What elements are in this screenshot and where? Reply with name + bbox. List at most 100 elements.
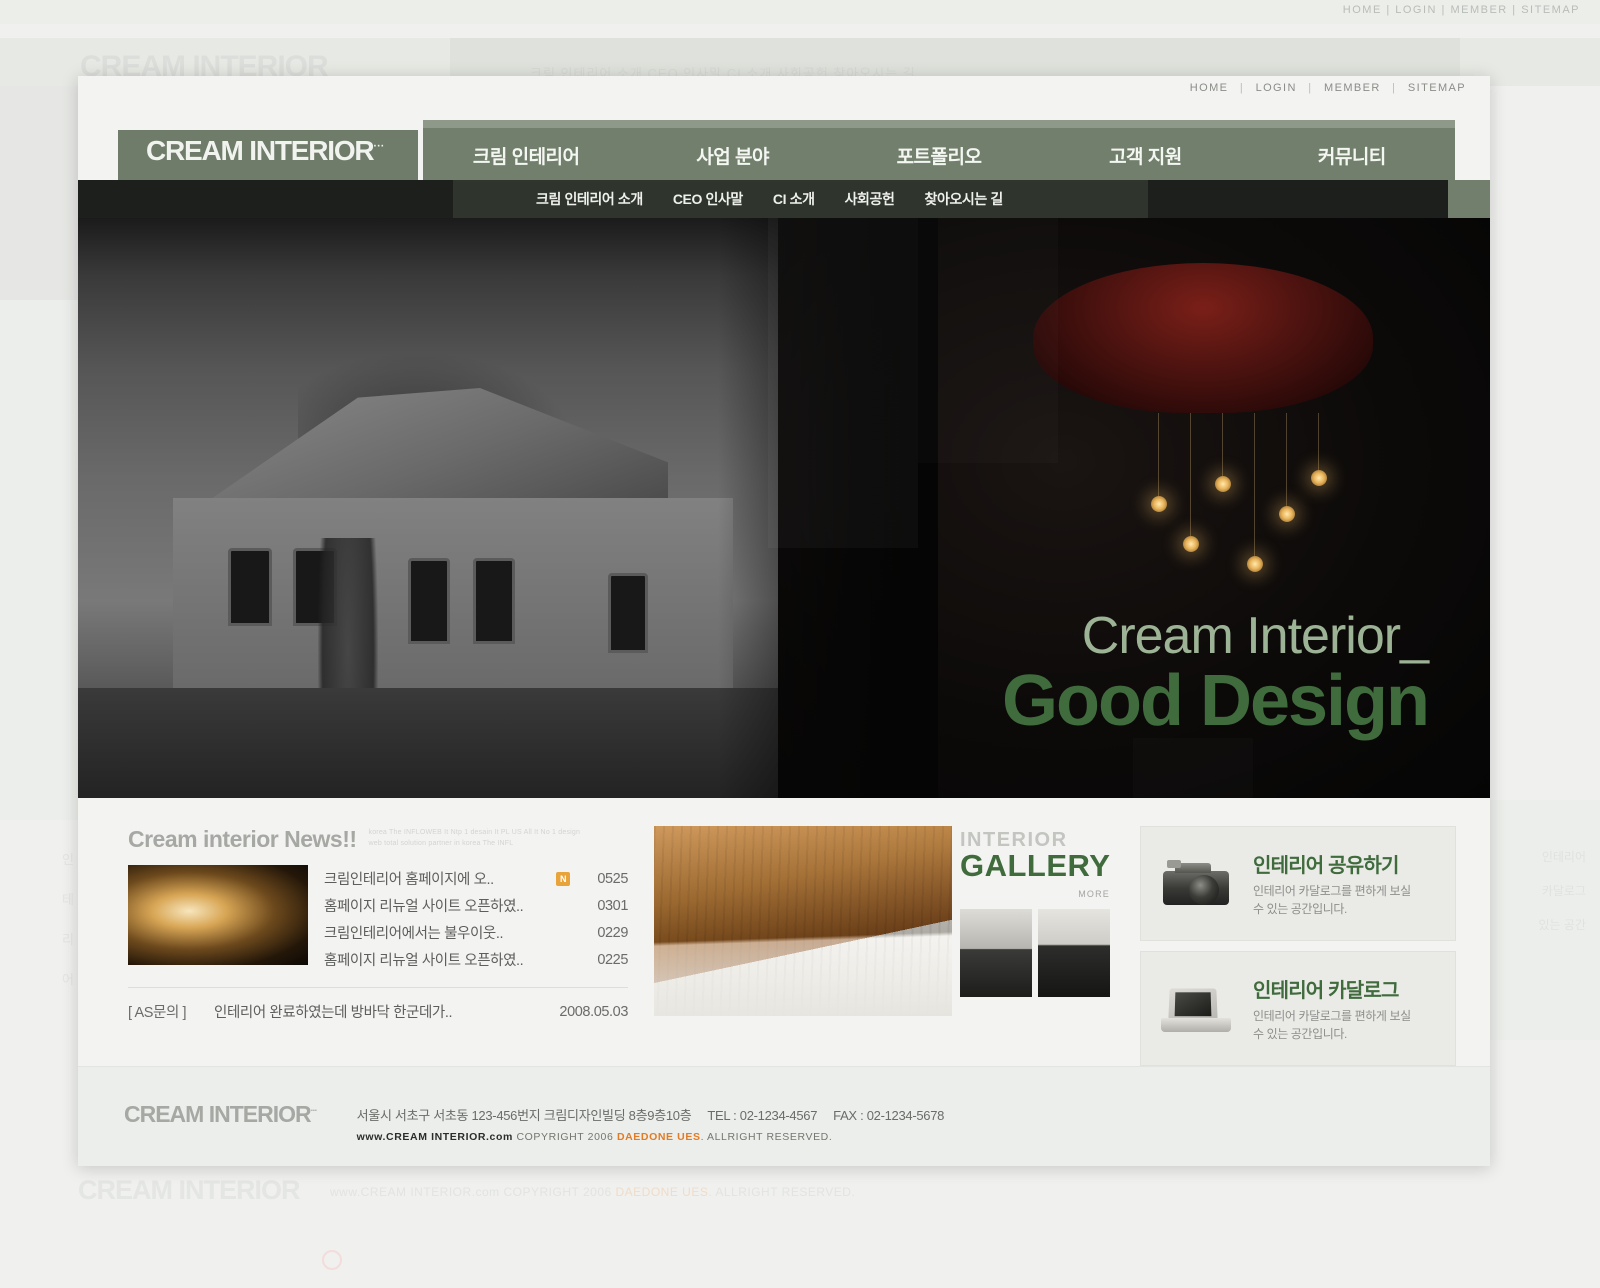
gallery-thumbnail[interactable] (1038, 908, 1110, 997)
news-body: 크림인테리어 홈페이지에 오.. N 0525 홈페이지 리뉴얼 사이트 오픈하… (128, 865, 628, 973)
news-list-item[interactable]: 홈페이지 리뉴얼 사이트 오픈하였.. 0225 (324, 946, 628, 973)
gallery-more-link[interactable]: MORE (960, 889, 1114, 899)
main-navigation: 크림 인테리어 사업 분야 포트폴리오 고객 지원 커뮤니티 (423, 128, 1455, 182)
hero-overlay-block (918, 218, 1058, 463)
nav-item-cream-interior[interactable]: 크림 인테리어 (423, 142, 629, 169)
news-list-item[interactable]: 홈페이지 리뉴얼 사이트 오픈하였.. 0301 (324, 892, 628, 919)
footer-logo-text: CREAM INTERIOR (124, 1101, 312, 1127)
hero-lamp-wire (1286, 413, 1287, 508)
utility-link-member[interactable]: MEMBER (1324, 82, 1381, 94)
background-ghost-left-text: 인테리어 (62, 852, 74, 987)
subnav-item-social-contribution[interactable]: 사회공헌 (845, 189, 895, 209)
utility-nav-items: HOME | LOGIN | MEMBER | SITEMAP (1190, 82, 1466, 94)
banner-interior-share[interactable]: 인테리어 공유하기 인테리어 카달로그를 편하게 보실 수 있는 공간입니다. (1140, 826, 1456, 941)
banner-interior-catalog[interactable]: 인테리어 카달로그 인테리어 카달로그를 편하게 보실 수 있는 공간입니다. (1140, 951, 1456, 1066)
utility-separator: | (1308, 82, 1313, 94)
hero-window (608, 573, 648, 653)
news-item-date: 0225 (597, 951, 628, 968)
gallery-title-group: INTERIOR GALLERY (960, 826, 1114, 883)
news-list-item[interactable]: 크림인테리어에서는 불우이웃.. 0229 (324, 919, 628, 946)
news-subtitle: korea The INFLOWEB It Ntp 1 desain It PL… (368, 829, 581, 847)
gallery-title-top: INTERIOR (960, 829, 1068, 851)
background-ghost-top-nav-band: HOME | LOGIN | MEMBER | SITEMAP (0, 0, 1600, 24)
hero-lamp-bulb (1151, 496, 1167, 512)
main-window: HOME | LOGIN | MEMBER | SITEMAP CREAM IN… (78, 76, 1490, 1166)
hero-building-photo (78, 218, 778, 798)
subnav-item-directions[interactable]: 찾아오시는 길 (924, 189, 1003, 209)
footer-site-url[interactable]: www.CREAM INTERIOR.com (357, 1131, 513, 1143)
background-ghost-copy-brand: DAEDONE UES (615, 1185, 709, 1199)
nav-item-customer-support[interactable]: 고객 지원 (1042, 142, 1248, 169)
footer-info: 서울시 서초구 서초동 123-456번지 크림디자인빌딩 8층9층10층 TEL… (357, 1101, 945, 1143)
banner-description: 인테리어 카달로그를 편하게 보실 수 있는 공간입니다. (1253, 1009, 1411, 1041)
subnav-item-company-intro[interactable]: 크림 인테리어 소개 (536, 189, 643, 209)
gallery-panel: INTERIOR GALLERY MORE (654, 826, 1114, 1066)
footer-copyright-brand: DAEDONE UES (616, 1131, 701, 1143)
background-ghost-right-text: 인테리어 카달로그 있는 공간 (1538, 850, 1587, 932)
background-ghost-bottom-logo: CREAM INTERIOR (78, 1175, 300, 1205)
news-item-title: 크림인테리어 홈페이지에 오.. (324, 872, 494, 888)
footer-logo-dots-icon: ··· (310, 1105, 318, 1116)
hero-lamp-wire (1190, 413, 1191, 538)
background-ghost-copy-post: . ALLRIGHT RESERVED. (708, 1185, 856, 1199)
news-item-date: 0301 (597, 897, 628, 914)
gallery-main-image[interactable] (654, 826, 952, 1016)
sub-navigation-items: 크림 인테리어 소개 CEO 인사말 CI 소개 사회공헌 찾아오시는 길 (456, 180, 1003, 218)
site-logo-dots-icon: ··· (373, 140, 385, 153)
sub-navigation-bar: 크림 인테리어 소개 CEO 인사말 CI 소개 사회공헌 찾아오시는 길 (78, 180, 1490, 218)
subnav-item-ceo-message[interactable]: CEO 인사말 (673, 189, 743, 209)
footer-copyright-pre: COPYRIGHT 2006 (516, 1131, 614, 1143)
hero-lamp-bulb (1279, 506, 1295, 522)
banner-text-group: 인테리어 카달로그 인테리어 카달로그를 편하게 보실 수 있는 공간입니다. (1253, 974, 1437, 1043)
news-panel: Cream interior News!! korea The INFLOWEB… (128, 826, 628, 1066)
utility-link-login[interactable]: LOGIN (1256, 82, 1297, 94)
footer-copyright-post: . ALLRIGHT RESERVED. (700, 1131, 833, 1143)
background-ghost-red-circle-mark-2 (322, 1250, 342, 1270)
news-item-date: 0229 (597, 924, 628, 941)
banner-description: 인테리어 카달로그를 편하게 보실 수 있는 공간입니다. (1253, 884, 1411, 916)
utility-link-sitemap[interactable]: SITEMAP (1408, 82, 1466, 94)
hero-window (228, 548, 272, 626)
gallery-right-column: INTERIOR GALLERY MORE (960, 826, 1114, 1066)
news-thumbnail-image[interactable] (128, 865, 308, 965)
subnav-left-plate (78, 180, 453, 218)
hero-lamp-wire (1318, 413, 1319, 473)
utility-separator: | (1239, 82, 1245, 94)
nav-item-portfolio[interactable]: 포트폴리오 (836, 142, 1042, 169)
gallery-main-image-texture (654, 826, 952, 1016)
content-area: Cream interior News!! korea The INFLOWEB… (78, 798, 1490, 1066)
site-logo[interactable]: CREAM INTERIOR··· (146, 135, 384, 167)
banner-panel: 인테리어 공유하기 인테리어 카달로그를 편하게 보실 수 있는 공간입니다. … (1140, 826, 1456, 1066)
hero-lamp-wire (1254, 413, 1255, 558)
hero-window (408, 558, 450, 644)
site-logo-text: CREAM INTERIOR (146, 135, 375, 166)
news-list-item[interactable]: 크림인테리어 홈페이지에 오.. N 0525 (324, 865, 628, 892)
hero-window (473, 558, 515, 644)
hero-overlay-block (1133, 738, 1253, 798)
hero-headline-primary: Cream Interior_ (1081, 607, 1429, 666)
nav-item-community[interactable]: 커뮤니티 (1249, 142, 1455, 169)
background-ghost-utility-nav: HOME | LOGIN | MEMBER | SITEMAP (1342, 4, 1580, 16)
hero-banner[interactable]: Cream Interior_ Good Design (78, 218, 1490, 798)
news-item-title: 홈페이지 리뉴얼 사이트 오픈하였.. (324, 953, 524, 969)
subnav-item-ci-intro[interactable]: CI 소개 (773, 189, 815, 209)
as-inquiry-date: 2008.05.03 (559, 1003, 628, 1020)
footer-address-line: 서울시 서초구 서초동 123-456번지 크림디자인빌딩 8층9층10층 TEL… (357, 1105, 945, 1124)
gallery-thumbnail[interactable] (960, 908, 1032, 997)
banner-text-group: 인테리어 공유하기 인테리어 카달로그를 편하게 보실 수 있는 공간입니다. (1253, 849, 1437, 918)
news-item-title: 홈페이지 리뉴얼 사이트 오픈하였.. (324, 899, 524, 915)
site-header: CREAM INTERIOR··· 크림 인테리어 사업 분야 포트폴리오 고객… (78, 102, 1490, 182)
banner-title: 인테리어 공유하기 (1253, 855, 1399, 878)
utility-link-home[interactable]: HOME (1190, 82, 1229, 94)
hero-lamp-wire (1222, 413, 1223, 478)
nav-item-business-area[interactable]: 사업 분야 (629, 142, 835, 169)
hero-lamp-wire (1158, 413, 1159, 498)
news-title: Cream interior News!! (128, 826, 357, 852)
news-new-badge-icon: N (556, 871, 570, 886)
laptop-icon (1159, 980, 1237, 1038)
as-inquiry-row[interactable]: [ AS문의 ] 인테리어 완료하였는데 방바닥 한군데가.. 2008.05.… (128, 987, 628, 1022)
hero-headline-secondary: Good Design (1002, 661, 1430, 742)
utility-separator: | (1392, 82, 1397, 94)
background-ghost-left-strip-2 (0, 300, 80, 820)
news-item-title: 크림인테리어에서는 불우이웃.. (324, 926, 504, 942)
